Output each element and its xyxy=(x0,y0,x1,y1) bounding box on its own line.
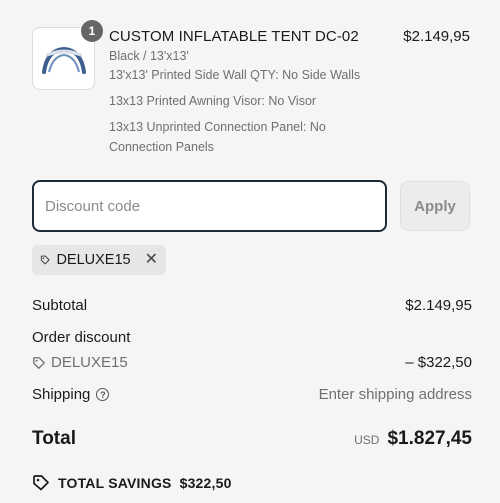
total-row: Total USD $1.827,45 xyxy=(32,428,472,450)
quantity-badge: 1 xyxy=(81,20,103,42)
total-value: $1.827,45 xyxy=(387,428,472,449)
tag-icon xyxy=(40,255,50,265)
help-icon[interactable]: ? xyxy=(96,388,110,401)
discount-code-input[interactable] xyxy=(32,180,387,232)
product-property: Connection Panels xyxy=(109,140,214,154)
applied-discount-chip: DELUXE15 ✕ xyxy=(32,245,166,275)
order-discount-code-wrap: DELUXE15 xyxy=(32,354,128,371)
savings-label: TOTAL SAVINGS xyxy=(58,475,172,491)
order-discount-code: DELUXE15 xyxy=(51,354,128,371)
order-discount-value: – $322,50 xyxy=(405,354,472,371)
tag-icon xyxy=(33,356,45,369)
order-discount-row: Order discount xyxy=(32,329,472,346)
product-price: $2.149,95 xyxy=(403,28,470,45)
subtotal-label: Subtotal xyxy=(32,297,88,314)
subtotal-value: $2.149,95 xyxy=(405,297,472,314)
applied-discount-code: DELUXE15 xyxy=(56,252,131,268)
order-discount-code-row: DELUXE15 – $322,50 xyxy=(32,354,472,371)
total-amount-wrap: USD $1.827,45 xyxy=(354,428,472,450)
shipping-label-wrap: Shipping ? xyxy=(32,386,110,403)
product-variant: Black / 13'x13' xyxy=(109,49,189,63)
product-property: 13'x13' Printed Side Wall QTY: No Side W… xyxy=(109,68,361,82)
discount-form: Apply xyxy=(32,180,472,232)
product-title: CUSTOM INFLATABLE TENT DC-02 xyxy=(109,28,359,45)
order-discount-label: Order discount xyxy=(32,329,131,346)
product-property: 13x13 Printed Awning Visor: No Visor xyxy=(109,94,317,108)
shipping-row: Shipping ? Enter shipping address xyxy=(32,386,472,403)
savings-value: $322,50 xyxy=(179,475,232,491)
total-savings: TOTAL SAVINGS $322,50 xyxy=(32,474,232,492)
apply-button[interactable]: Apply xyxy=(400,181,470,231)
shipping-label: Shipping xyxy=(32,386,91,403)
line-item: 1 CUSTOM INFLATABLE TENT DC-02 $2.149,95… xyxy=(32,20,472,165)
savings-tag-icon xyxy=(33,475,49,491)
currency-code: USD xyxy=(354,433,380,447)
product-property: 13x13 Unprinted Connection Panel: No xyxy=(109,120,326,134)
remove-discount-icon[interactable]: ✕ xyxy=(145,252,158,268)
total-label: Total xyxy=(32,428,76,449)
tent-image-icon xyxy=(41,46,86,74)
shipping-value: Enter shipping address xyxy=(318,386,472,403)
subtotal-row: Subtotal $2.149,95 xyxy=(32,297,472,314)
